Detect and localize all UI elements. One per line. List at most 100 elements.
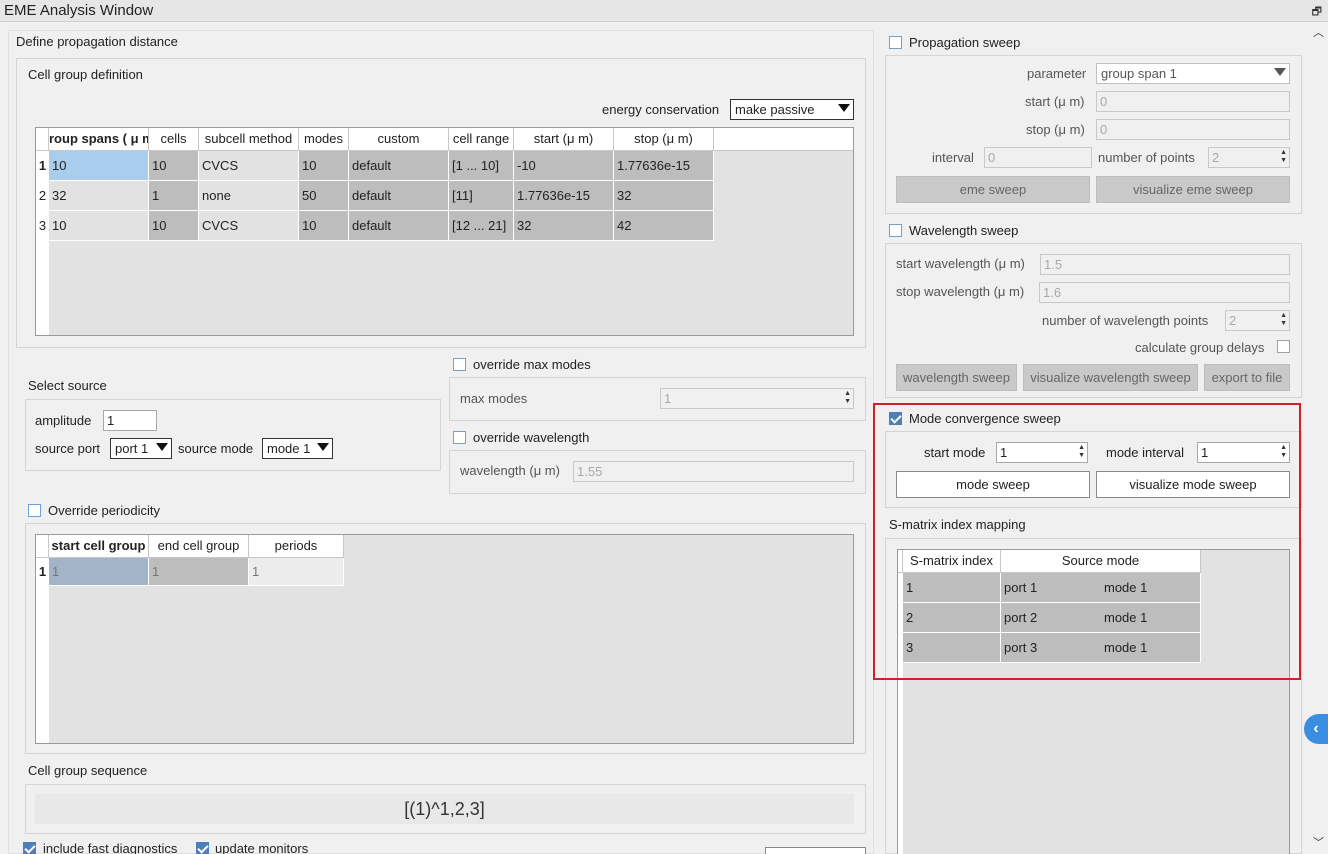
table-cell[interactable]: 1 — [149, 181, 199, 211]
table-cell[interactable]: 32 — [614, 181, 714, 211]
export-to-file-button[interactable]: export to file — [1204, 364, 1290, 391]
source-mode-label: source mode — [178, 441, 254, 456]
table-cell[interactable]: [12 ... 21] — [449, 211, 514, 241]
hidden-button[interactable] — [765, 847, 866, 854]
table-cell[interactable]: 10 — [149, 151, 199, 181]
table-cell[interactable]: 1 — [903, 573, 1001, 603]
override-max-modes-label: override max modes — [473, 357, 591, 372]
number-of-points-input[interactable]: 2 ▲ ▼ — [1208, 147, 1290, 168]
wavelength-input[interactable]: 1.55 — [573, 461, 854, 482]
propagation-sweep-checkbox[interactable] — [889, 36, 902, 49]
column-header[interactable]: periods — [249, 535, 344, 558]
table-cell[interactable]: 3 — [903, 633, 1001, 663]
spinner-arrows-icon[interactable]: ▲ ▼ — [1078, 444, 1085, 460]
column-header[interactable]: S-matrix index — [903, 550, 1001, 573]
visualize-wavelength-sweep-button[interactable]: visualize wavelength sweep — [1023, 364, 1198, 391]
table-cell[interactable]: mode 1 — [1101, 573, 1201, 603]
table-cell[interactable]: port 3 — [1001, 633, 1101, 663]
table-cell[interactable]: [11] — [449, 181, 514, 211]
table-cell[interactable]: [1 ... 10] — [449, 151, 514, 181]
collapse-panel-icon[interactable]: ‹ — [1304, 714, 1328, 744]
mode-convergence-label: Mode convergence sweep — [909, 411, 1061, 426]
cell-group-definition-title: Cell group definition — [28, 67, 143, 82]
table-cell[interactable]: 10 — [299, 151, 349, 181]
column-header[interactable]: Source mode — [1001, 550, 1201, 573]
column-header[interactable]: modes — [299, 128, 349, 151]
visualize-eme-sweep-button[interactable]: visualize eme sweep — [1096, 176, 1290, 203]
column-header[interactable]: custom — [349, 128, 449, 151]
wavelength-points-input[interactable]: 2 ▲ ▼ — [1225, 310, 1290, 331]
column-header[interactable]: end cell group — [149, 535, 249, 558]
amplitude-input[interactable]: 1 — [103, 410, 157, 431]
column-header[interactable]: cell range — [449, 128, 514, 151]
override-periodicity-checkbox[interactable] — [28, 504, 41, 517]
source-mode-select[interactable]: mode 1 — [262, 438, 333, 459]
stop-input[interactable]: 0 — [1096, 119, 1290, 140]
table-cell[interactable]: mode 1 — [1101, 603, 1201, 633]
table-cell[interactable]: 50 — [299, 181, 349, 211]
wavelength-sweep-checkbox[interactable] — [889, 224, 902, 237]
table-cell[interactable]: 2 — [903, 603, 1001, 633]
include-fast-diagnostics-checkbox[interactable] — [23, 842, 36, 854]
column-header[interactable]: start cell group — [49, 535, 149, 558]
table-cell[interactable]: 1 — [249, 558, 344, 586]
restore-icon[interactable]: 🗗 — [1312, 3, 1322, 22]
table-cell[interactable]: 1.77636e-15 — [514, 181, 614, 211]
table-cell[interactable]: 1 — [49, 558, 149, 586]
table-cell[interactable]: port 2 — [1001, 603, 1101, 633]
update-monitors-checkbox[interactable] — [196, 842, 209, 854]
include-fast-diagnostics-label: include fast diagnostics — [43, 842, 178, 854]
visualize-mode-sweep-button[interactable]: visualize mode sweep — [1096, 471, 1290, 498]
override-wavelength-checkbox[interactable] — [453, 431, 466, 444]
table-cell[interactable]: -10 — [514, 151, 614, 181]
table-cell[interactable]: 1.77636e-15 — [614, 151, 714, 181]
spinner-arrows-icon[interactable]: ▲ ▼ — [844, 390, 851, 406]
cell-group-table[interactable]: roup spans ( μ m cells subcell method mo… — [35, 127, 854, 336]
start-input[interactable]: 0 — [1096, 91, 1290, 112]
table-cell[interactable]: default — [349, 151, 449, 181]
column-header[interactable]: roup spans ( μ m — [49, 128, 149, 151]
table-cell[interactable]: 32 — [514, 211, 614, 241]
mode-convergence-checkbox[interactable] — [889, 412, 902, 425]
column-header[interactable]: subcell method — [199, 128, 299, 151]
start-wavelength-input[interactable]: 1.5 — [1040, 254, 1290, 275]
source-port-select[interactable]: port 1 — [110, 438, 172, 459]
spinner-arrows-icon[interactable]: ▲ ▼ — [1280, 149, 1287, 165]
table-cell[interactable]: default — [349, 181, 449, 211]
group-delays-checkbox[interactable] — [1277, 340, 1290, 353]
scroll-up-icon[interactable]: ︿ — [1313, 24, 1324, 40]
max-modes-input[interactable]: 1 ▲ ▼ — [660, 388, 854, 409]
column-header-filler — [714, 128, 853, 151]
table-cell[interactable]: 10 — [49, 151, 149, 181]
interval-input[interactable]: 0 — [984, 147, 1092, 168]
wavelength-sweep-button[interactable]: wavelength sweep — [896, 364, 1017, 391]
column-header[interactable]: start (μ m) — [514, 128, 614, 151]
spinner-arrows-icon[interactable]: ▲ ▼ — [1280, 312, 1287, 328]
table-cell[interactable]: 1 — [149, 558, 249, 586]
scroll-down-icon[interactable]: ﹀ — [1313, 834, 1324, 850]
table-cell[interactable]: none — [199, 181, 299, 211]
column-header[interactable]: cells — [149, 128, 199, 151]
table-cell[interactable]: mode 1 — [1101, 633, 1201, 663]
mode-interval-input[interactable]: 1 ▲ ▼ — [1197, 442, 1290, 463]
mode-sweep-button[interactable]: mode sweep — [896, 471, 1090, 498]
table-cell[interactable]: default — [349, 211, 449, 241]
table-cell[interactable]: CVCS — [199, 151, 299, 181]
table-cell[interactable]: 32 — [49, 181, 149, 211]
override-max-modes-checkbox[interactable] — [453, 358, 466, 371]
spinner-arrows-icon[interactable]: ▲ ▼ — [1280, 444, 1287, 460]
column-header[interactable]: stop (μ m) — [614, 128, 714, 151]
table-cell[interactable]: port 1 — [1001, 573, 1101, 603]
parameter-select[interactable]: group span 1 — [1096, 63, 1290, 84]
start-mode-input[interactable]: 1 ▲ ▼ — [996, 442, 1088, 463]
table-cell[interactable]: 10 — [49, 211, 149, 241]
table-cell[interactable]: 10 — [149, 211, 199, 241]
table-cell[interactable]: 42 — [614, 211, 714, 241]
smatrix-table[interactable]: S-matrix index Source mode 1 port 1 mode… — [897, 549, 1290, 854]
stop-wavelength-input[interactable]: 1.6 — [1039, 282, 1290, 303]
table-cell[interactable]: CVCS — [199, 211, 299, 241]
energy-conservation-select[interactable]: make passive — [730, 99, 854, 120]
eme-sweep-button[interactable]: eme sweep — [896, 176, 1090, 203]
table-cell[interactable]: 10 — [299, 211, 349, 241]
periodicity-table[interactable]: start cell group end cell group periods … — [35, 534, 854, 744]
